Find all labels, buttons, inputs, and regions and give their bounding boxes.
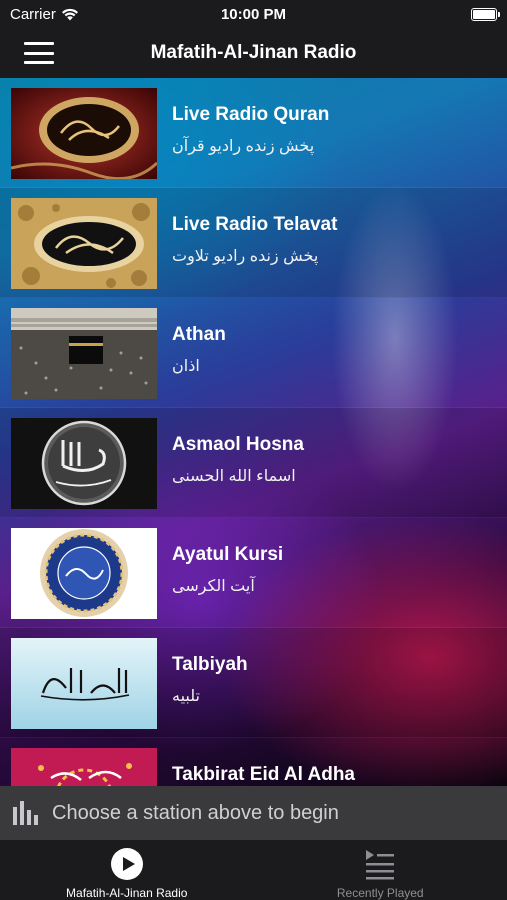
- tab-bar: Mafatih-Al-Jinan Radio Recently Played: [0, 840, 507, 900]
- page-title: Mafatih-Al-Jinan Radio: [150, 42, 357, 63]
- station-row-takbirat-eid-al-adha[interactable]: Takbirat Eid Al Adha: [0, 738, 507, 786]
- now-playing-text: Choose a station above to begin: [52, 801, 339, 824]
- allah-calligraphy-thumbnail: [11, 418, 157, 509]
- station-info: Talbiyah تلبیه: [172, 654, 248, 706]
- tab-label: Recently Played: [336, 886, 424, 900]
- status-bar: Carrier 10:00 PM: [0, 0, 507, 28]
- station-subtitle: اذان: [172, 358, 200, 375]
- station-row-live-radio-telavat[interactable]: Live Radio Telavat پخش زنده رادیو تلاوت: [0, 188, 507, 298]
- wifi-icon: [61, 8, 78, 20]
- status-time: 10:00 PM: [220, 5, 287, 23]
- kaaba-thumbnail: [11, 308, 157, 399]
- quran-calligraphy-thumbnail: [11, 88, 157, 179]
- station-subtitle: تلبیه: [172, 688, 200, 705]
- station-subtitle: پخش زنده رادیو قرآن: [172, 138, 315, 155]
- eid-thumbnail: [11, 748, 157, 786]
- now-playing-bar[interactable]: Choose a station above to begin: [0, 786, 507, 840]
- station-name: Live Radio Quran: [172, 104, 330, 125]
- menu-line: [24, 61, 54, 64]
- battery-fill: [473, 9, 495, 19]
- station-info: Live Radio Telavat پخش زنده رادیو تلاوت: [172, 214, 337, 266]
- ayatul-kursi-thumbnail: [11, 528, 157, 619]
- station-info: Ayatul Kursi آیت الکرسی: [172, 544, 283, 596]
- station-row-asmaol-hosna[interactable]: Asmaol Hosna اسماء الله الحسنی: [0, 408, 507, 518]
- station-subtitle: پخش زنده رادیو تلاوت: [172, 248, 319, 265]
- station-info: Takbirat Eid Al Adha: [172, 764, 355, 786]
- station-row-live-radio-quran[interactable]: Live Radio Quran پخش زنده رادیو قرآن: [0, 78, 507, 188]
- tab-recently-played[interactable]: Recently Played: [254, 840, 507, 900]
- station-list[interactable]: Live Radio Quran پخش زنده رادیو قرآن Liv…: [0, 78, 507, 786]
- station-name: Ayatul Kursi: [172, 544, 284, 565]
- hamburger-menu-icon[interactable]: [24, 42, 54, 64]
- menu-line: [24, 51, 54, 55]
- station-row-ayatul-kursi[interactable]: Ayatul Kursi آیت الکرسی: [0, 518, 507, 628]
- station-name: Takbirat Eid Al Adha: [172, 764, 355, 785]
- talbiyah-thumbnail: [11, 638, 157, 729]
- quran-gold-thumbnail: [11, 198, 157, 289]
- station-subtitle: آیت الکرسی: [172, 578, 255, 595]
- station-row-athan[interactable]: Athan اذان: [0, 298, 507, 408]
- tab-mafatih-radio[interactable]: Mafatih-Al-Jinan Radio: [0, 840, 254, 900]
- station-name: Live Radio Telavat: [172, 214, 338, 235]
- status-left: Carrier: [10, 6, 180, 23]
- station-name: Talbiyah: [172, 654, 248, 675]
- playlist-icon: [366, 850, 395, 880]
- station-name: Asmaol Hosna: [172, 434, 304, 455]
- navigation-bar: Mafatih-Al-Jinan Radio: [0, 28, 507, 78]
- carrier-label: Carrier: [10, 5, 56, 23]
- menu-line: [24, 42, 54, 45]
- station-info: Athan اذان: [172, 324, 226, 376]
- equalizer-bars-icon: [13, 801, 38, 825]
- station-name: Athan: [172, 324, 226, 345]
- tab-label: Mafatih-Al-Jinan Radio: [66, 886, 188, 900]
- station-subtitle: اسماء الله الحسنی: [172, 468, 296, 485]
- battery-icon: [471, 7, 500, 21]
- status-right: [327, 7, 500, 21]
- station-info: Asmaol Hosna اسماء الله الحسنی: [172, 434, 304, 486]
- station-row-talbiyah[interactable]: Talbiyah تلبیه: [0, 628, 507, 738]
- station-info: Live Radio Quran پخش زنده رادیو قرآن: [172, 104, 329, 156]
- play-circle-icon: [110, 848, 143, 880]
